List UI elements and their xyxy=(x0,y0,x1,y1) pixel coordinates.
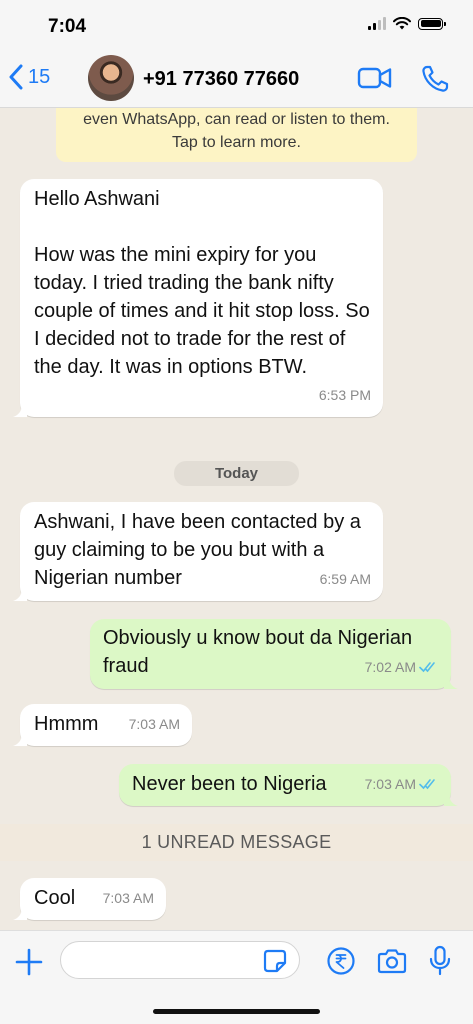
avatar[interactable] xyxy=(88,55,134,101)
double-check-icon xyxy=(419,779,435,790)
wifi-icon xyxy=(393,17,411,30)
camera-icon xyxy=(377,949,407,974)
message-text: Hello Ashwani How was the mini expiry fo… xyxy=(34,188,370,378)
message-bubble-outgoing[interactable]: Obviously u know bout da Nigerian fraud … xyxy=(90,619,458,689)
chat-header: 15 +91 77360 77660 xyxy=(0,50,473,108)
message-time: 7:03 AM xyxy=(128,716,180,732)
bubble-tail xyxy=(444,675,458,689)
message-bubble-incoming[interactable]: Hello Ashwani How was the mini expiry fo… xyxy=(13,179,383,417)
bubble-tail xyxy=(444,792,458,806)
encryption-notice-line1: even WhatsApp, can read or listen to the… xyxy=(83,111,390,128)
unread-chats-count: 15 xyxy=(28,65,51,88)
message-time: 6:59 AM xyxy=(319,571,371,587)
home-indicator xyxy=(153,1009,320,1014)
chevron-left-icon xyxy=(9,64,23,90)
message-bubble-incoming[interactable]: Ashwani, I have been contacted by a guy … xyxy=(13,502,383,601)
microphone-icon xyxy=(429,945,451,976)
encryption-notice[interactable]: even WhatsApp, can read or listen to the… xyxy=(56,108,417,162)
phone-icon xyxy=(422,65,449,92)
status-icons xyxy=(368,17,446,30)
message-time: 7:03 AM xyxy=(364,776,416,792)
bubble-tail xyxy=(13,403,27,417)
message-input-bar xyxy=(0,930,473,1024)
bubble-tail xyxy=(13,732,27,746)
voice-message-button[interactable] xyxy=(428,945,452,982)
double-check-icon xyxy=(419,662,435,673)
date-divider: Today xyxy=(174,461,299,486)
bubble-tail xyxy=(13,906,27,920)
payment-button[interactable] xyxy=(326,946,356,981)
message-bubble-incoming[interactable]: Hmmm 7:03 AM xyxy=(13,704,192,746)
message-time: 7:03 AM xyxy=(102,890,154,906)
message-time: 7:02 AM xyxy=(364,659,416,675)
contact-name[interactable]: +91 77360 77660 xyxy=(143,68,299,91)
encryption-notice-line2: Tap to learn more. xyxy=(172,134,301,151)
message-bubble-outgoing[interactable]: Never been to Nigeria 7:03 AM xyxy=(119,764,458,806)
battery-icon xyxy=(418,17,446,30)
back-button[interactable]: 15 xyxy=(8,64,50,90)
sticker-button[interactable] xyxy=(262,948,288,979)
cellular-signal-icon xyxy=(368,17,386,30)
voice-call-button[interactable] xyxy=(420,64,450,99)
sticker-icon xyxy=(263,949,287,973)
status-time: 7:04 xyxy=(48,16,87,37)
rupee-icon xyxy=(327,947,355,975)
attach-button[interactable] xyxy=(14,947,44,982)
bubble-tail xyxy=(13,587,27,601)
status-bar: 7:04 xyxy=(0,0,473,50)
plus-icon xyxy=(15,948,43,976)
message-bubble-incoming[interactable]: Cool 7:03 AM xyxy=(13,878,166,920)
video-camera-icon xyxy=(357,67,392,89)
video-call-button[interactable] xyxy=(357,64,393,97)
message-time: 6:53 PM xyxy=(318,387,371,403)
camera-button[interactable] xyxy=(377,947,407,980)
unread-messages-banner: 1 UNREAD MESSAGE xyxy=(0,824,473,861)
chat-area[interactable]: even WhatsApp, can read or listen to the… xyxy=(0,108,473,930)
